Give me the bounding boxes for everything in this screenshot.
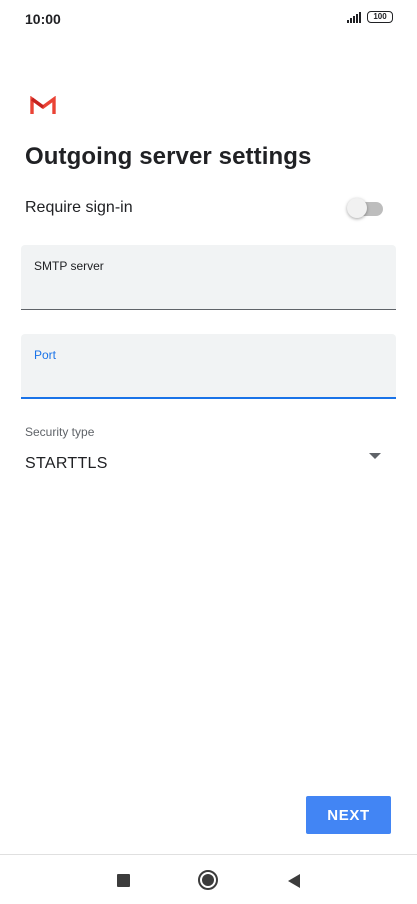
smtp-server-input[interactable] [34, 279, 379, 301]
require-signin-label: Require sign-in [25, 199, 133, 216]
dropdown-arrow-icon [369, 453, 381, 459]
port-label: Port [34, 348, 57, 362]
smtp-server-field[interactable]: SMTP server [21, 245, 396, 310]
square-recents-icon[interactable] [117, 874, 130, 887]
status-icons: 100 [347, 11, 393, 23]
next-button[interactable]: NEXT [306, 796, 391, 834]
require-signin-toggle[interactable] [347, 198, 383, 218]
signal-bars-icon [347, 11, 361, 23]
status-bar: 10:00 100 [0, 0, 417, 38]
system-navigation-bar [0, 854, 417, 904]
triangle-back-icon[interactable] [288, 874, 300, 888]
port-field[interactable]: Port [21, 334, 396, 399]
status-time: 10:00 [25, 11, 61, 27]
port-input[interactable] [34, 368, 379, 390]
security-type-dropdown[interactable]: Security type STARTTLS [25, 423, 383, 483]
circle-home-icon[interactable] [198, 870, 218, 890]
require-signin-row: Require sign-in [25, 196, 383, 222]
page-title: Outgoing server settings [25, 143, 312, 170]
security-type-value: STARTTLS [25, 455, 108, 472]
gmail-logo-icon [30, 96, 56, 114]
battery-icon: 100 [367, 11, 393, 23]
security-type-label: Security type [25, 425, 95, 439]
toggle-thumb [347, 198, 367, 218]
smtp-server-label: SMTP server [34, 259, 104, 273]
